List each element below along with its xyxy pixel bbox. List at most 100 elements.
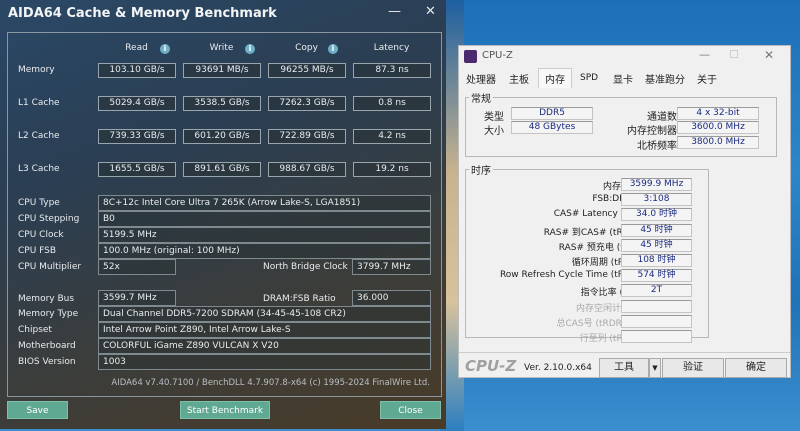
cpuz-app-icon [464, 50, 477, 63]
row-label: L2 Cache [18, 131, 60, 141]
copy-value: 96255 MB/s [268, 63, 346, 78]
timing-label: 循环周期 (tRAS) [571, 258, 639, 268]
timing-label: 行至列 (tRCD) [579, 334, 639, 344]
mem-controller-value: 3600.0 MHz [677, 121, 759, 134]
minimize-button[interactable]: — [699, 48, 710, 61]
tab-spd[interactable]: SPD [580, 73, 598, 83]
timing-label: 总CAS号 (tRDRAM) [556, 318, 639, 329]
timing-value [621, 299, 692, 313]
channels-value: 4 x 32-bit [677, 107, 759, 120]
read-value: 739.33 GB/s [98, 129, 176, 144]
timing-value: 3:108 [621, 193, 692, 207]
timing-label: 指令比率 (CR) [580, 288, 639, 299]
cpuz-window: CPU-Z — ☐ ✕ 处理器 主板 内存 SPD 显卡 基准跑分 关于 常规 … [458, 45, 791, 378]
tab-mainboard[interactable]: 主板 [509, 71, 529, 86]
tools-dropdown-icon[interactable]: ▼ [649, 358, 661, 378]
latency-value: 4.2 ns [353, 129, 431, 144]
memory-bus-label: Memory Bus [18, 294, 75, 304]
copy-info-icon[interactable]: i [328, 44, 338, 54]
timing-label: Row Refresh Cycle Time (tRFC) [499, 270, 639, 281]
close-button[interactable]: ✕ [764, 48, 774, 62]
size-label: 大小 [484, 126, 504, 137]
close-icon[interactable]: ✕ [425, 4, 436, 19]
timing-label: FSB:DRAM [592, 194, 639, 205]
write-value: 93691 MB/s [183, 63, 261, 78]
write-info-icon[interactable]: i [245, 44, 255, 54]
row-label: L1 Cache [18, 98, 60, 108]
timing-value: 574 时钟 [621, 269, 692, 283]
footer-divider [459, 352, 790, 353]
timing-value: 108 时钟 [621, 254, 692, 267]
close-button[interactable]: Close [380, 401, 441, 419]
timing-value: 45 时钟 [621, 223, 692, 237]
read-value: 5029.4 GB/s [98, 96, 176, 111]
timing-label: 内存空闲计时器 [575, 303, 639, 314]
save-button[interactable]: Save [7, 401, 68, 419]
read-info-icon[interactable]: i [160, 44, 170, 54]
channels-label: 通道数 [647, 112, 677, 123]
timing-value: 2T [621, 284, 692, 298]
version-label: Ver. 2.10.0.x64 [524, 363, 592, 373]
timing-label: RAS# 预充电 (tRP) [558, 242, 639, 253]
type-label: 类型 [484, 112, 504, 123]
minimize-button[interactable]: — [388, 4, 401, 19]
tab-memory[interactable]: 内存 [538, 68, 572, 88]
size-value: 48 GBytes [511, 121, 593, 134]
timings-group-title: 时序 [469, 162, 493, 177]
cpu-multiplier-value: 52x [98, 259, 176, 275]
mem-controller-label: 内存控制器 [627, 126, 677, 137]
read-value: 1655.5 GB/s [98, 162, 176, 177]
latency-value: 19.2 ns [353, 162, 431, 177]
maximize-button[interactable]: ☐ [729, 48, 739, 61]
timing-value: 3599.9 MHz [621, 178, 692, 191]
dram-fsb-label: DRAM:FSB Ratio [263, 294, 336, 304]
cpu-stepping-label: CPU Stepping [18, 214, 80, 224]
timing-value [621, 330, 692, 343]
timing-label: 内存频率 [469, 179, 639, 192]
cpu-fsb-value: 100.0 MHz (original: 100 MHz) [98, 243, 431, 259]
timing-label: RAS# 到CAS# (tRCD) [543, 227, 639, 238]
cpu-fsb-label: CPU FSB [18, 246, 57, 256]
memory-type-label: Memory Type [18, 309, 79, 319]
row-label: L3 Cache [18, 164, 60, 174]
dram-fsb-value: 36.000 [352, 290, 431, 306]
validate-button[interactable]: 验证 [662, 358, 724, 378]
bios-value: 1003 [98, 354, 431, 370]
cpu-clock-label: CPU Clock [18, 230, 64, 240]
col-latency: Latency [373, 43, 410, 53]
start-benchmark-button[interactable]: Start Benchmark [180, 401, 270, 419]
type-value: DDR5 [511, 107, 593, 120]
chipset-label: Chipset [18, 325, 52, 335]
cpu-type-value: 8C+12c Intel Core Ultra 7 265K (Arrow La… [98, 195, 431, 211]
tab-graphics[interactable]: 显卡 [613, 71, 633, 86]
aida64-window: AIDA64 Cache & Memory Benchmark — ✕ Read… [0, 0, 446, 429]
window-title: CPU-Z [482, 50, 513, 61]
chipset-value: Intel Arrow Point Z890, Intel Arrow Lake… [98, 322, 431, 338]
nb-clock-value: 3799.7 MHz [352, 259, 431, 275]
write-value: 891.61 GB/s [183, 162, 261, 177]
tab-about[interactable]: 关于 [697, 71, 717, 86]
timing-value [621, 314, 692, 328]
write-value: 3538.5 GB/s [183, 96, 261, 111]
tools-button[interactable]: 工具 [599, 358, 649, 378]
memory-bus-value: 3599.7 MHz [98, 290, 176, 306]
nb-freq-label: 北桥频率 [637, 141, 677, 152]
timing-value: 45 时钟 [621, 238, 692, 252]
version-footer: AIDA64 v7.40.7100 / BenchDLL 4.7.907.8-x… [111, 378, 430, 388]
latency-value: 87.3 ns [353, 63, 431, 78]
tab-bench[interactable]: 基准跑分 [645, 71, 685, 86]
window-title: AIDA64 Cache & Memory Benchmark [8, 6, 277, 21]
copy-value: 988.67 GB/s [268, 162, 346, 177]
timing-label: CAS# Latency (CL) [553, 209, 639, 220]
read-value: 103.10 GB/s [98, 63, 176, 78]
ok-button[interactable]: 确定 [725, 358, 787, 378]
cpu-stepping-value: B0 [98, 211, 431, 227]
tab-processor[interactable]: 处理器 [466, 71, 496, 86]
nb-freq-value: 3800.0 MHz [677, 136, 759, 149]
cpuz-logo: CPU-Z [465, 357, 517, 375]
memory-type-value: Dual Channel DDR5-7200 SDRAM (34-45-45-1… [98, 306, 431, 322]
cpu-type-label: CPU Type [18, 198, 60, 208]
row-label: Memory [18, 65, 55, 75]
bios-label: BIOS Version [18, 357, 76, 367]
copy-value: 7262.3 GB/s [268, 96, 346, 111]
